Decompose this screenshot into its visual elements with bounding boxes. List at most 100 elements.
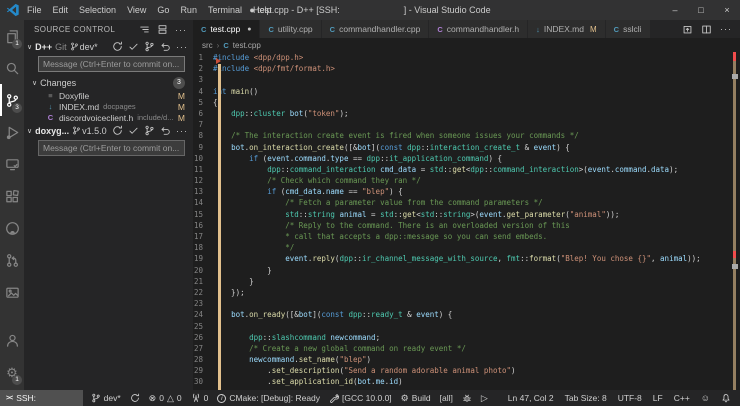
code-line[interactable]: 17 * call that accepts a dpp::message so… [193, 231, 740, 242]
eol-status[interactable]: LF [653, 393, 663, 403]
code-line[interactable]: 19 event.reply(dpp::ir_channel_message_w… [193, 253, 740, 264]
activity-source-control-graph[interactable] [0, 244, 24, 276]
tab-utility.cpp[interactable]: Cutility.cpp [260, 20, 321, 38]
code-line[interactable]: 24 bot.on_ready([&bot](const dpp::ready_… [193, 309, 740, 320]
repositories-icon[interactable] [157, 24, 168, 35]
code-line[interactable]: 20 } [193, 265, 740, 276]
sync-status[interactable] [130, 393, 140, 403]
branch-action-icon[interactable] [144, 125, 155, 136]
notifications-button[interactable] [721, 393, 731, 403]
close-button[interactable]: × [714, 0, 740, 20]
sync-icon[interactable] [112, 41, 123, 52]
language-mode[interactable]: C++ [674, 393, 690, 403]
cursor-position[interactable]: Ln 47, Col 2 [508, 393, 554, 403]
activity-github[interactable] [0, 212, 24, 244]
code-line[interactable]: 14 /* Fetch a parameter value from the c… [193, 197, 740, 208]
branch-status[interactable]: dev* [91, 393, 121, 403]
code-line[interactable]: 23 [193, 298, 740, 309]
code-line[interactable]: 7 [193, 119, 740, 130]
changed-file-row[interactable]: ↓INDEX.mddocpagesM [24, 101, 193, 112]
dirty-indicator-icon[interactable]: ● [247, 26, 251, 33]
menu-file[interactable]: File [27, 5, 42, 15]
code-line[interactable]: 1#include <dpp/dpp.h> [193, 52, 740, 63]
code-line[interactable]: 16 /* Reply to the command. There is an … [193, 220, 740, 231]
more-actions-icon[interactable]: ··· [175, 26, 187, 34]
split-editor-icon[interactable] [701, 24, 712, 35]
commit-message-input[interactable]: Message (Ctrl+Enter to commit on... [38, 140, 185, 156]
repo-more-icon[interactable]: ··· [176, 43, 188, 51]
commit-check-icon[interactable] [128, 125, 139, 136]
code-line[interactable]: 30 .set_application_id(bot.me.id) [193, 376, 740, 387]
activity-extensions[interactable] [0, 180, 24, 212]
cmake-kit[interactable]: [GCC 10.0.0] [329, 393, 392, 403]
code-line[interactable]: 15 std::string animal = std::get<std::st… [193, 209, 740, 220]
code-line[interactable]: 6 dpp::cluster bot("token"); [193, 108, 740, 119]
code-line[interactable]: 27 /* Create a new global command on rea… [193, 343, 740, 354]
code-line[interactable]: 2#include <dpp/fmt/format.h> [193, 63, 740, 74]
breadcrumb[interactable]: src › C test.cpp [193, 38, 740, 52]
code-line[interactable]: 4int main() [193, 86, 740, 97]
menu-selection[interactable]: Selection [79, 5, 116, 15]
code-line[interactable]: 12 /* Check which command they ran */ [193, 175, 740, 186]
cmake-target[interactable]: [all] [440, 393, 453, 403]
breadcrumb-folder[interactable]: src [202, 41, 213, 50]
menu-terminal[interactable]: Terminal [208, 5, 242, 15]
changed-file-row[interactable]: ≡DoxyfileM [24, 90, 193, 101]
code-line[interactable]: 11 dpp::command_interaction cmd_data = s… [193, 164, 740, 175]
menu-help[interactable]: Help [253, 5, 272, 15]
activity-search[interactable] [0, 52, 24, 84]
refresh-icon[interactable] [160, 125, 171, 136]
cmake-debug-button[interactable] [462, 393, 472, 403]
breadcrumb-file[interactable]: test.cpp [233, 41, 261, 50]
menu-run[interactable]: Run [180, 5, 197, 15]
activity-account[interactable] [0, 324, 24, 356]
tab-commandhandler.cpp[interactable]: Ccommandhandler.cpp [322, 20, 430, 38]
cmake-status[interactable]: i CMake: [Debug]: Ready [217, 393, 320, 403]
editor-more-actions-icon[interactable]: ··· [720, 25, 732, 33]
commit-message-input[interactable]: Message (Ctrl+Enter to commit on... [38, 56, 185, 72]
code-line[interactable]: 3 [193, 74, 740, 85]
activity-run-debug[interactable] [0, 116, 24, 148]
code-line[interactable]: 18 */ [193, 242, 740, 253]
feedback-button[interactable]: ☺ [701, 394, 710, 403]
code-line[interactable]: 21 } [193, 276, 740, 287]
repo-header-doxygen[interactable]: ∨ doxyg... v1.5.0 ··· [24, 123, 193, 138]
minimize-button[interactable]: – [662, 0, 688, 20]
code-line[interactable]: 9 bot.on_interaction_create([&bot](const… [193, 142, 740, 153]
tab-sslcli[interactable]: Csslcli [606, 20, 651, 38]
indentation-status[interactable]: Tab Size: 8 [565, 393, 607, 403]
encoding-status[interactable]: UTF-8 [618, 393, 642, 403]
commit-check-icon[interactable] [128, 41, 139, 52]
repo-header-dpp[interactable]: ∨ D++ Git dev* ··· [24, 39, 193, 54]
refresh-icon[interactable] [160, 41, 171, 52]
menu-go[interactable]: Go [157, 5, 169, 15]
activity-explorer[interactable]: 1 [0, 20, 24, 52]
tab-commandhandler.h[interactable]: Ccommandhandler.h [429, 20, 528, 38]
code-editor[interactable]: 1#include <dpp/dpp.h>2#include <dpp/fmt/… [193, 52, 740, 390]
code-line[interactable]: 13 if (cmd_data.name == "blep") { [193, 186, 740, 197]
activity-settings[interactable]: ⚙1 [0, 356, 24, 388]
code-line[interactable]: 28 newcommand.set_name("blep") [193, 354, 740, 365]
problems-status[interactable]: ⊗0 △0 [149, 393, 182, 403]
code-line[interactable]: 29 .set_description("Send a random adora… [193, 365, 740, 376]
cmake-build-button[interactable]: ⚙ Build [401, 393, 431, 403]
tab-test.cpp[interactable]: Ctest.cpp● [193, 20, 260, 38]
code-line[interactable]: 10 if (event.command.type == dpp::it_app… [193, 153, 740, 164]
code-line[interactable]: 22 }); [193, 287, 740, 298]
activity-remote-explorer[interactable] [0, 148, 24, 180]
activity-source-control[interactable]: 3 [0, 84, 24, 116]
sync-icon[interactable] [112, 125, 123, 136]
cmake-launch-button[interactable]: ▷ [481, 394, 488, 403]
maximize-button[interactable]: □ [688, 0, 714, 20]
overview-ruler[interactable] [733, 52, 736, 390]
tab-INDEX.md[interactable]: ↓INDEX.mdM [528, 20, 606, 38]
repo-more-icon[interactable]: ··· [176, 127, 188, 135]
open-changes-icon[interactable] [682, 24, 693, 35]
ports-status[interactable]: 0 [191, 393, 209, 403]
code-line[interactable]: 8 /* The interaction create event is fir… [193, 130, 740, 141]
code-line[interactable]: 25 [193, 321, 740, 332]
code-line[interactable]: 26 dpp::slashcommand newcommand; [193, 332, 740, 343]
branch-action-icon[interactable] [144, 41, 155, 52]
view-as-tree-icon[interactable] [139, 24, 150, 35]
changed-file-row[interactable]: Cdiscordvoiceclient.hinclude/d...M [24, 112, 193, 123]
